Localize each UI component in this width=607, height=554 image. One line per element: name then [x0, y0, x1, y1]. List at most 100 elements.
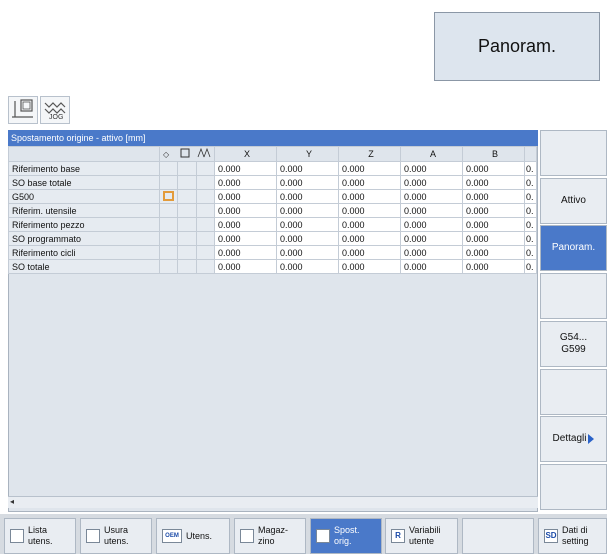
- attribute-cell[interactable]: [195, 189, 216, 204]
- attribute-cell[interactable]: [177, 203, 197, 218]
- panoram-button[interactable]: Panoram.: [540, 225, 607, 272]
- attribute-icons-header: ◇: [159, 146, 215, 162]
- value-cell[interactable]: 0.000: [214, 245, 277, 260]
- panoram-external-button[interactable]: Panoram.: [434, 12, 600, 81]
- machine-icon[interactable]: [8, 96, 38, 124]
- dettagli-button[interactable]: Dettagli: [540, 416, 607, 463]
- value-cell[interactable]: 0.000: [276, 175, 339, 190]
- attribute-cell[interactable]: [158, 245, 179, 260]
- value-cell[interactable]: 0.000: [214, 175, 277, 190]
- value-cell[interactable]: 0.000: [400, 161, 463, 176]
- focus-cursor: [163, 191, 174, 201]
- attribute-cell[interactable]: [195, 161, 216, 176]
- value-cell[interactable]: 0.000: [338, 161, 401, 176]
- value-cell[interactable]: 0.000: [214, 203, 277, 218]
- attribute-cell[interactable]: [177, 259, 197, 274]
- softkey-v8[interactable]: [540, 463, 607, 510]
- attribute-cell[interactable]: [177, 231, 197, 246]
- value-cell[interactable]: 0.000: [276, 245, 339, 260]
- value-cell[interactable]: 0.000: [214, 161, 277, 176]
- value-cell-truncated[interactable]: 0.: [524, 161, 537, 176]
- value-cell-truncated[interactable]: 0.: [524, 245, 537, 260]
- value-cell[interactable]: 0.000: [276, 161, 339, 176]
- horizontal-scrollbar[interactable]: ◂: [8, 496, 538, 508]
- value-cell[interactable]: 0.000: [462, 203, 525, 218]
- attribute-cell[interactable]: [158, 217, 179, 232]
- value-cell[interactable]: 0.000: [400, 189, 463, 204]
- magazzino-button[interactable]: Magaz- zino: [234, 518, 306, 554]
- softkey-v1[interactable]: [540, 130, 607, 176]
- utens-button[interactable]: OEM Utens.: [156, 518, 230, 554]
- value-cell-truncated[interactable]: 0.: [524, 189, 537, 204]
- spost-orig-button[interactable]: Spost. orig.: [310, 518, 382, 554]
- value-cell-truncated[interactable]: 0.: [524, 259, 537, 274]
- lista-utens-button[interactable]: Lista utens.: [4, 518, 76, 554]
- attribute-cell[interactable]: [195, 203, 216, 218]
- value-cell[interactable]: 0.000: [338, 175, 401, 190]
- value-cell[interactable]: 0.000: [276, 203, 339, 218]
- value-cell-truncated[interactable]: 0.: [524, 175, 537, 190]
- attribute-cell[interactable]: [177, 245, 197, 260]
- attribute-cell[interactable]: [158, 189, 179, 204]
- value-cell[interactable]: 0.000: [462, 161, 525, 176]
- softkey-h7[interactable]: [462, 518, 534, 554]
- value-cell[interactable]: 0.000: [214, 217, 277, 232]
- value-cell[interactable]: 0.000: [214, 189, 277, 204]
- value-cell[interactable]: 0.000: [338, 189, 401, 204]
- attribute-cell[interactable]: [158, 175, 179, 190]
- usura-utens-button[interactable]: Usura utens.: [80, 518, 152, 554]
- value-cell[interactable]: 0.000: [400, 175, 463, 190]
- attribute-cell[interactable]: [195, 217, 216, 232]
- value-cell-truncated[interactable]: 0.: [524, 231, 537, 246]
- value-cell[interactable]: 0.000: [400, 231, 463, 246]
- value-cell[interactable]: 0.000: [400, 217, 463, 232]
- g54-g599-button[interactable]: G54... G599: [540, 320, 607, 367]
- attribute-cell[interactable]: [177, 189, 197, 204]
- value-cell[interactable]: 0.000: [276, 259, 339, 274]
- scroll-left-icon[interactable]: ◂: [10, 497, 14, 506]
- jog-label: JOG: [49, 114, 64, 121]
- value-cell[interactable]: 0.000: [400, 259, 463, 274]
- softkey-v4[interactable]: [540, 273, 607, 320]
- softkey-label: Variabili utente: [409, 525, 441, 546]
- offset-table: ◇ X Y Z A B Riferimento base 0.000 0.000 0.…: [8, 146, 537, 274]
- value-cell[interactable]: 0.000: [338, 217, 401, 232]
- value-cell[interactable]: 0.000: [338, 245, 401, 260]
- attribute-cell[interactable]: [158, 161, 179, 176]
- value-cell[interactable]: 0.000: [338, 203, 401, 218]
- value-cell[interactable]: 0.000: [214, 231, 277, 246]
- attribute-cell[interactable]: [195, 175, 216, 190]
- value-cell-truncated[interactable]: 0.: [524, 217, 537, 232]
- value-cell[interactable]: 0.000: [400, 245, 463, 260]
- value-cell[interactable]: 0.000: [462, 217, 525, 232]
- value-cell[interactable]: 0.000: [462, 245, 525, 260]
- dati-setting-button[interactable]: SD Dati di setting: [538, 518, 607, 554]
- value-cell[interactable]: 0.000: [338, 259, 401, 274]
- value-cell[interactable]: 0.000: [276, 189, 339, 204]
- jog-icon[interactable]: JOG: [40, 96, 70, 124]
- attivo-button[interactable]: Attivo: [540, 177, 607, 224]
- value-cell[interactable]: 0.000: [276, 231, 339, 246]
- value-cell[interactable]: 0.000: [276, 217, 339, 232]
- attribute-cell[interactable]: [158, 231, 179, 246]
- value-cell[interactable]: 0.000: [214, 259, 277, 274]
- attribute-cell[interactable]: [177, 175, 197, 190]
- value-cell[interactable]: 0.000: [462, 175, 525, 190]
- attribute-cell[interactable]: [195, 259, 216, 274]
- attribute-cell[interactable]: [158, 203, 179, 218]
- attribute-cell[interactable]: [195, 231, 216, 246]
- variabili-utente-button[interactable]: R Variabili utente: [385, 518, 458, 554]
- value-cell[interactable]: 0.000: [462, 189, 525, 204]
- row-label: Riferimento cicli: [8, 245, 160, 260]
- value-cell[interactable]: 0.000: [462, 259, 525, 274]
- softkey-v6[interactable]: [540, 368, 607, 415]
- value-cell[interactable]: 0.000: [338, 231, 401, 246]
- arrow-right-icon: [588, 434, 595, 445]
- attribute-cell[interactable]: [177, 161, 197, 176]
- value-cell[interactable]: 0.000: [400, 203, 463, 218]
- value-cell-truncated[interactable]: 0.: [524, 203, 537, 218]
- attribute-cell[interactable]: [195, 245, 216, 260]
- attribute-cell[interactable]: [177, 217, 197, 232]
- value-cell[interactable]: 0.000: [462, 231, 525, 246]
- attribute-cell[interactable]: [158, 259, 179, 274]
